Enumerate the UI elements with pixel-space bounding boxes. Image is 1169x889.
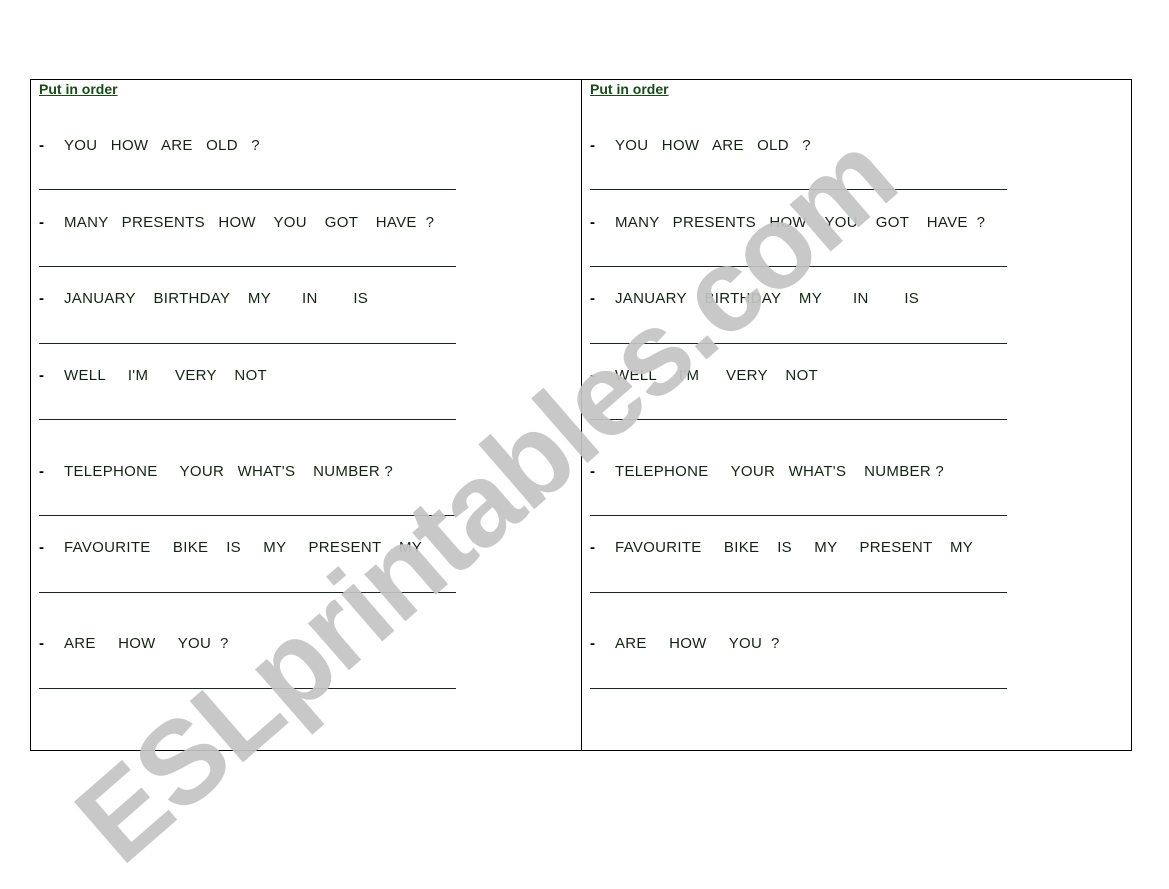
scrambled-words: ARE HOW YOU ? [615, 635, 780, 652]
scrambled-words: YOU HOW ARE OLD ? [64, 137, 260, 154]
scrambled-sentence: - ARE HOW YOU ? [39, 635, 229, 652]
answer-line [590, 343, 1007, 344]
section-title: Put in order [39, 81, 118, 97]
bullet-dash: - [39, 367, 45, 384]
bullet-dash: - [39, 214, 45, 231]
scrambled-words: MANY PRESENTS HOW YOU GOT HAVE ? [615, 214, 986, 231]
scrambled-words: ARE HOW YOU ? [64, 635, 229, 652]
answer-line [590, 592, 1007, 593]
scrambled-words: FAVOURITE BIKE IS MY PRESENT MY [64, 539, 423, 556]
answer-line [590, 266, 1007, 267]
answer-line [39, 266, 456, 267]
scrambled-words: WELL I'M VERY NOT [64, 367, 267, 384]
bullet-dash: - [590, 214, 596, 231]
scrambled-sentence: - MANY PRESENTS HOW YOU GOT HAVE ? [590, 214, 985, 231]
answer-line [39, 688, 456, 689]
scrambled-words: MANY PRESENTS HOW YOU GOT HAVE ? [64, 214, 435, 231]
bullet-dash: - [39, 290, 45, 307]
answer-line [39, 515, 456, 516]
scrambled-sentence: - ARE HOW YOU ? [590, 635, 780, 652]
scrambled-words: TELEPHONE YOUR WHAT'S NUMBER ? [615, 463, 945, 480]
bullet-dash: - [590, 137, 596, 154]
bullet-dash: - [39, 635, 45, 652]
scrambled-sentence: - TELEPHONE YOUR WHAT'S NUMBER ? [39, 463, 393, 480]
scrambled-sentence: - YOU HOW ARE OLD ? [39, 137, 260, 154]
answer-line [590, 688, 1007, 689]
scrambled-words: TELEPHONE YOUR WHAT'S NUMBER ? [64, 463, 394, 480]
answer-line [39, 343, 456, 344]
answer-line [39, 419, 456, 420]
scrambled-words: JANUARY BIRTHDAY MY IN IS [64, 290, 369, 307]
bullet-dash: - [39, 539, 45, 556]
answer-line [590, 515, 1007, 516]
scrambled-sentence: - JANUARY BIRTHDAY MY IN IS [590, 290, 919, 307]
bullet-dash: - [590, 539, 596, 556]
scrambled-sentence: - MANY PRESENTS HOW YOU GOT HAVE ? [39, 214, 434, 231]
worksheet-column-right: Put in order - YOU HOW ARE OLD ? - MANY PR… [582, 80, 1132, 750]
answer-line [39, 189, 456, 190]
bullet-dash: - [590, 290, 596, 307]
bullet-dash: - [590, 463, 596, 480]
scrambled-sentence: - FAVOURITE BIKE IS MY PRESENT MY [590, 539, 973, 556]
scrambled-words: YOU HOW ARE OLD ? [615, 137, 811, 154]
worksheet-column-left: Put in order - YOU HOW ARE OLD ? - MANY PR… [31, 80, 581, 750]
worksheet: Put in order - YOU HOW ARE OLD ? - MANY PR… [30, 79, 1132, 751]
answer-line [590, 419, 1007, 420]
bullet-dash: - [39, 463, 45, 480]
bullet-dash: - [39, 137, 45, 154]
answer-line [39, 592, 456, 593]
scrambled-words: JANUARY BIRTHDAY MY IN IS [615, 290, 920, 307]
scrambled-sentence: - WELL I'M VERY NOT [590, 367, 818, 384]
scrambled-sentence: - TELEPHONE YOUR WHAT'S NUMBER ? [590, 463, 944, 480]
answer-line [590, 189, 1007, 190]
scrambled-words: WELL I'M VERY NOT [615, 367, 818, 384]
section-title: Put in order [590, 81, 669, 97]
bullet-dash: - [590, 635, 596, 652]
scrambled-words: FAVOURITE BIKE IS MY PRESENT MY [615, 539, 974, 556]
bullet-dash: - [590, 367, 596, 384]
scrambled-sentence: - WELL I'M VERY NOT [39, 367, 267, 384]
scrambled-sentence: - YOU HOW ARE OLD ? [590, 137, 811, 154]
scrambled-sentence: - JANUARY BIRTHDAY MY IN IS [39, 290, 368, 307]
scrambled-sentence: - FAVOURITE BIKE IS MY PRESENT MY [39, 539, 422, 556]
